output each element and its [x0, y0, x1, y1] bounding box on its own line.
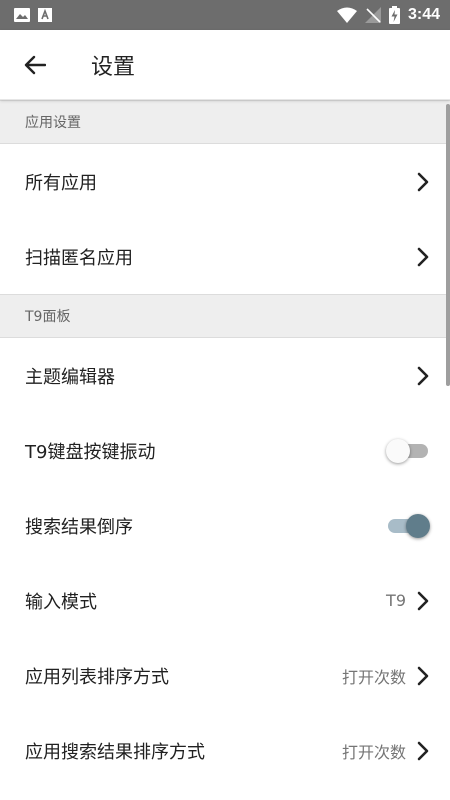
row-value: 打开次数	[341, 742, 406, 762]
vibration-toggle[interactable]	[386, 436, 430, 466]
row-label: 扫描匿名应用	[25, 247, 133, 269]
row-label: 所有应用	[25, 172, 97, 194]
chevron-right-icon	[417, 247, 429, 266]
row-label: 应用列表排序方式	[25, 666, 169, 688]
status-time: 3:44	[407, 6, 440, 23]
section-header-app-settings: 应用设置	[0, 100, 450, 144]
toggle-thumb	[386, 438, 410, 463]
chevron-right-icon	[417, 666, 429, 685]
wifi-icon	[336, 7, 357, 23]
section-header-t9-panel: T9面板	[0, 294, 450, 338]
a-notification-icon	[38, 8, 52, 22]
chevron-right-icon	[417, 741, 429, 760]
row-theme-editor[interactable]: 主题编辑器	[0, 338, 450, 413]
row-label: 应用搜索结果排序方式	[25, 741, 205, 763]
row-value: T9	[386, 591, 406, 610]
back-button[interactable]	[0, 30, 70, 100]
toggle-thumb	[406, 513, 430, 538]
row-app-list-sort[interactable]: 应用列表排序方式 打开次数	[0, 638, 450, 713]
chevron-right-icon	[417, 366, 429, 385]
page-title: 设置	[91, 54, 136, 80]
image-icon	[14, 8, 30, 22]
settings-list[interactable]: 应用设置 所有应用 扫描匿名应用 T9面板 主题编辑器 T9键盘按键振动 搜索结…	[0, 100, 450, 800]
row-label: 主题编辑器	[25, 366, 115, 388]
chevron-right-icon	[417, 172, 429, 191]
row-label: 输入模式	[25, 591, 97, 613]
row-search-result-sort[interactable]: 应用搜索结果排序方式 打开次数	[0, 713, 450, 788]
row-reverse-search-results[interactable]: 搜索结果倒序	[0, 488, 450, 563]
row-value: 打开次数	[341, 667, 406, 687]
reverse-results-toggle[interactable]	[386, 511, 430, 541]
chevron-right-icon	[417, 591, 429, 610]
row-input-mode[interactable]: 输入模式 T9	[0, 563, 450, 638]
row-scan-anonymous-apps[interactable]: 扫描匿名应用	[0, 219, 450, 294]
scrollbar[interactable]	[446, 104, 450, 386]
status-bar: 3:44	[0, 0, 450, 30]
row-all-apps[interactable]: 所有应用	[0, 144, 450, 219]
arrow-left-icon	[24, 55, 46, 74]
row-t9-key-vibration[interactable]: T9键盘按键振动	[0, 413, 450, 488]
app-bar: 设置	[0, 30, 450, 100]
no-signal-icon	[364, 7, 381, 23]
row-label: T9键盘按键振动	[25, 441, 156, 463]
battery-charging-icon	[388, 6, 400, 24]
row-label: 搜索结果倒序	[25, 516, 133, 538]
